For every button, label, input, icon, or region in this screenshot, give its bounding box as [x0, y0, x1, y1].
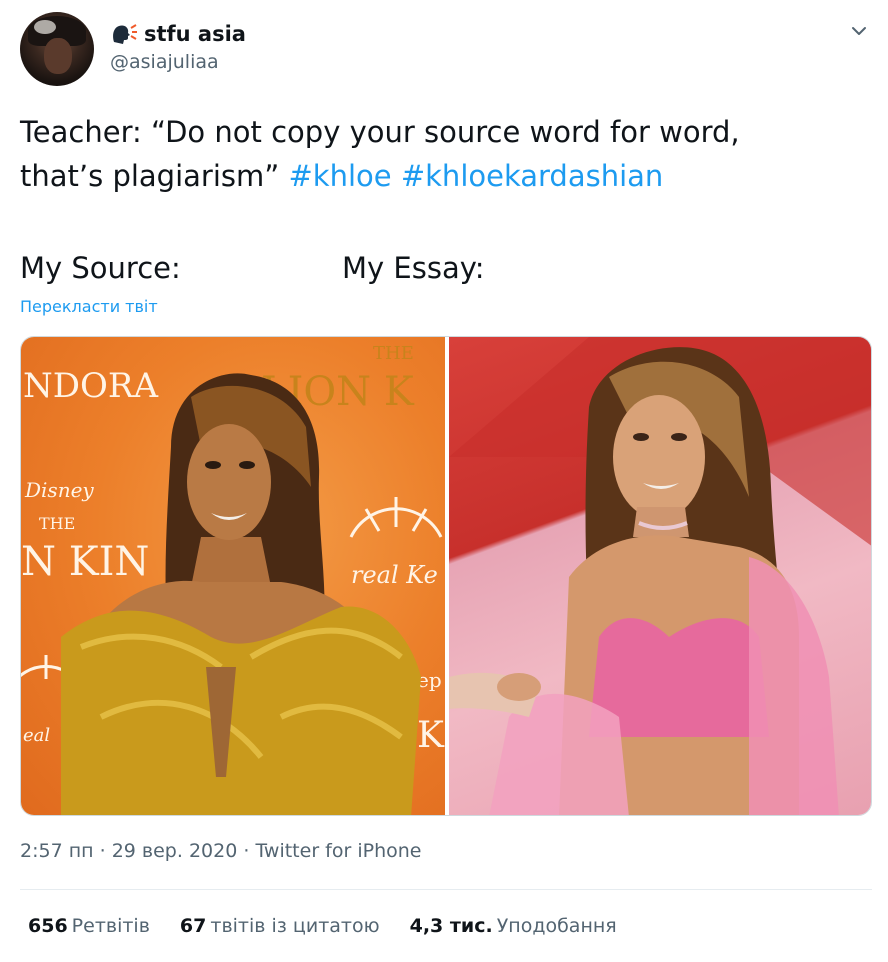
backdrop-k: K: [417, 715, 445, 756]
retweets-stat[interactable]: 656 Ретвітів: [28, 915, 150, 937]
face-left: [187, 424, 271, 540]
avatar-hair-highlight: [34, 20, 56, 34]
tweet-text: Teacher: “Do not copy your source word f…: [20, 110, 860, 198]
backdrop-disney: Disney: [24, 478, 94, 502]
tweet-timestamp: 2:57 пп · 29 вер. 2020 · Twitter for iPh…: [20, 840, 421, 862]
avatar[interactable]: [20, 12, 94, 86]
quote-tweets-stat[interactable]: 67 твітів із цитатою: [180, 915, 380, 937]
retweets-label: Ретвітів: [71, 915, 150, 937]
photo-right[interactable]: [449, 337, 871, 815]
sunburst-emblem-right: [349, 497, 443, 538]
hand-right: [497, 673, 541, 701]
quotes-count: 67: [179, 915, 207, 937]
likes-stat[interactable]: 4,3 тис. Уподобання: [410, 915, 617, 937]
quotes-label: твітів із цитатою: [210, 915, 380, 937]
backdrop-n-kin: N KIN: [21, 539, 149, 585]
eye-right-2: [671, 433, 687, 441]
backdrop-eal: eal: [23, 725, 50, 746]
tweet-text-line1: Teacher: “Do not copy your source word f…: [20, 115, 740, 149]
face-right: [613, 395, 705, 519]
likes-count: 4,3 тис.: [409, 915, 493, 937]
media-grid: NDORA THE LION K Disney THE N KIN real K…: [20, 336, 872, 816]
avatar-face: [44, 38, 72, 74]
eye-left-2: [239, 461, 255, 469]
label-my-source: My Source:: [20, 251, 181, 285]
label-my-essay: My Essay:: [342, 251, 485, 285]
backdrop-the: THE: [373, 343, 414, 364]
neck-left: [191, 537, 271, 587]
backdrop-the-2: THE: [39, 514, 75, 533]
tweet-time[interactable]: 2:57 пп: [20, 840, 94, 862]
tweet-source-link[interactable]: Twitter for iPhone: [255, 840, 421, 862]
eye-left-1: [205, 461, 221, 469]
photo-left-illustration: NDORA THE LION K Disney THE N KIN real K…: [21, 343, 445, 815]
tweet-text-line2: that’s plagiarism” #khloe #khloekardashi…: [20, 154, 860, 198]
hashtag-khloe[interactable]: #khloe: [289, 159, 392, 193]
pink-shirt-side: [749, 557, 839, 815]
speaking-head-icon: [113, 24, 137, 44]
backdrop-real-ke: real Ke: [351, 561, 438, 589]
tweet-date[interactable]: 29 вер. 2020: [112, 840, 238, 862]
photo-left[interactable]: NDORA THE LION K Disney THE N KIN real K…: [21, 337, 445, 815]
chevron-down-icon[interactable]: [848, 20, 870, 42]
hashtag-khloekardashian[interactable]: #khloekardashian: [401, 159, 663, 193]
photo-right-illustration: [449, 337, 871, 815]
eye-right-1: [633, 433, 649, 441]
likes-label: Уподобання: [496, 915, 617, 937]
author-name-row[interactable]: stfu asia: [110, 20, 246, 48]
display-name[interactable]: stfu asia: [144, 22, 246, 46]
translate-tweet-link[interactable]: Перекласти твіт: [20, 297, 158, 316]
meta-separator-1: ·: [99, 840, 106, 862]
retweets-count: 656: [28, 915, 68, 937]
backdrop-ndora: NDORA: [23, 366, 158, 406]
engagement-stats: 656 Ретвітів 67 твітів із цитатою 4,3 тис.…: [28, 915, 647, 937]
meta-separator-2: ·: [243, 840, 250, 862]
user-handle[interactable]: @asiajuliaa: [110, 51, 219, 73]
divider: [20, 889, 872, 890]
tweet: stfu asia @asiajuliaa Teacher: “Do not c…: [0, 0, 888, 962]
tweet-text-line2-plain: that’s plagiarism”: [20, 159, 280, 193]
